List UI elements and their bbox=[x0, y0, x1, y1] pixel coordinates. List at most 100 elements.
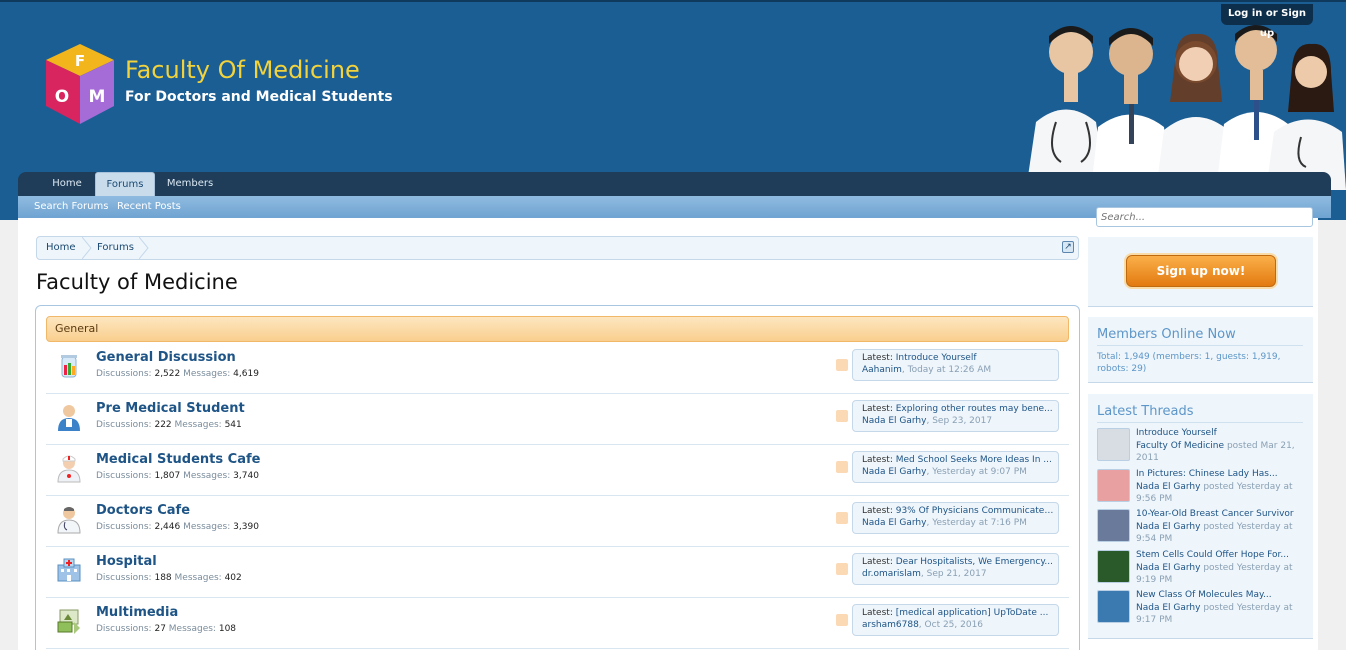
forum-row: General Discussion Discussions: 2,522 Mes… bbox=[46, 343, 1069, 394]
members-online-heading[interactable]: Members Online Now bbox=[1097, 327, 1236, 342]
latest-post-title[interactable]: Dear Hospitalists, We Emergency... bbox=[896, 557, 1053, 567]
tab-members[interactable]: Members bbox=[158, 172, 222, 196]
forum-title[interactable]: Multimedia bbox=[96, 605, 178, 620]
forum-stats: Discussions: 27 Messages: 108 bbox=[96, 624, 236, 634]
thread-title[interactable]: Introduce Yourself bbox=[1136, 428, 1306, 438]
main-navigation: Home Forums Members bbox=[18, 172, 1331, 196]
latest-post-date: Yesterday at 9:07 PM bbox=[932, 467, 1027, 477]
latest-post-title[interactable]: Introduce Yourself bbox=[896, 353, 977, 363]
logo-title: Faculty Of Medicine bbox=[125, 56, 360, 84]
latest-threads-block: Latest Threads Introduce Yourself Faculty… bbox=[1088, 394, 1313, 639]
thread-thumbnail[interactable] bbox=[1097, 590, 1130, 623]
latest-post-user[interactable]: Aahanim bbox=[862, 365, 902, 375]
thread-meta: Nada El Garhy posted Yesterday at 9:56 P… bbox=[1136, 481, 1296, 505]
logo-letter-o: O bbox=[55, 87, 69, 107]
rss-icon[interactable] bbox=[836, 614, 848, 626]
rss-icon[interactable] bbox=[836, 410, 848, 422]
thread-user[interactable]: Faculty Of Medicine bbox=[1136, 441, 1224, 451]
thread-title[interactable]: Stem Cells Could Offer Hope For... bbox=[1136, 550, 1306, 560]
latest-post-user[interactable]: Nada El Garhy bbox=[862, 416, 926, 426]
divider bbox=[1097, 345, 1303, 346]
thread-title[interactable]: 10-Year-Old Breast Cancer Survivor bbox=[1136, 509, 1306, 519]
latest-post-title[interactable]: [medical application] UpToDate ... bbox=[896, 608, 1049, 618]
latest-thread-item[interactable]: In Pictures: Chinese Lady Has... Nada El … bbox=[1097, 468, 1307, 507]
page-title: Faculty of Medicine bbox=[36, 270, 238, 294]
forum-title[interactable]: Doctors Cafe bbox=[96, 503, 190, 518]
thread-user[interactable]: Nada El Garhy bbox=[1136, 482, 1200, 492]
search-input[interactable] bbox=[1096, 207, 1313, 227]
rss-icon[interactable] bbox=[836, 461, 848, 473]
messages-count: 3,740 bbox=[233, 471, 259, 481]
discussions-count: 2,522 bbox=[154, 369, 181, 379]
discussions-label: Discussions: bbox=[96, 471, 152, 481]
forum-row: Pre Medical Student Discussions: 222 Mess… bbox=[46, 394, 1069, 445]
latest-post-title[interactable]: Med School Seeks More Ideas In ... bbox=[896, 455, 1052, 465]
breadcrumb-forums[interactable]: Forums bbox=[97, 237, 134, 259]
latest-post-box: Latest: 93% Of Physicians Communicate ..… bbox=[852, 502, 1059, 534]
breadcrumb-home[interactable]: Home bbox=[46, 237, 76, 259]
breadcrumb: Home Forums ↗ bbox=[36, 236, 1079, 260]
latest-post-box: Latest: Exploring other routes may bene.… bbox=[852, 400, 1059, 432]
latest-post-title[interactable]: 93% Of Physicians Communicate ... bbox=[896, 506, 1054, 516]
tab-forums[interactable]: Forums bbox=[95, 172, 155, 196]
forum-stats: Discussions: 2,522 Messages: 4,619 bbox=[96, 369, 259, 379]
forum-title[interactable]: Medical Students Cafe bbox=[96, 452, 260, 467]
messages-label: Messages: bbox=[183, 522, 231, 532]
recent-posts-link[interactable]: Recent Posts bbox=[117, 196, 181, 218]
discussions-label: Discussions: bbox=[96, 522, 152, 532]
forum-title[interactable]: Pre Medical Student bbox=[96, 401, 245, 416]
search-forums-link[interactable]: Search Forums bbox=[34, 196, 108, 218]
latest-post-user[interactable]: Nada El Garhy bbox=[862, 467, 926, 477]
thread-user[interactable]: Nada El Garhy bbox=[1136, 563, 1200, 573]
rss-icon[interactable] bbox=[836, 512, 848, 524]
tab-home[interactable]: Home bbox=[40, 172, 94, 196]
forum-row: Hospital Discussions: 188 Messages: 402 La… bbox=[46, 547, 1069, 598]
forum-title[interactable]: Hospital bbox=[96, 554, 157, 569]
signup-button[interactable]: Sign up now! bbox=[1126, 255, 1276, 287]
thread-title[interactable]: In Pictures: Chinese Lady Has... bbox=[1136, 469, 1306, 479]
forum-title[interactable]: General Discussion bbox=[96, 350, 236, 365]
rss-icon[interactable] bbox=[836, 563, 848, 575]
thread-meta: Nada El Garhy posted Yesterday at 9:54 P… bbox=[1136, 521, 1296, 545]
thread-user[interactable]: Nada El Garhy bbox=[1136, 603, 1200, 613]
site-logo[interactable]: F O M Faculty Of Medicine For Doctors an… bbox=[40, 42, 400, 132]
thread-meta: Nada El Garhy posted Yesterday at 9:19 P… bbox=[1136, 562, 1296, 586]
multimedia-icon bbox=[54, 606, 84, 636]
latest-post-date: Yesterday at 7:16 PM bbox=[932, 518, 1027, 528]
discussions-label: Discussions: bbox=[96, 624, 152, 634]
forum-stats: Discussions: 2,446 Messages: 3,390 bbox=[96, 522, 259, 532]
latest-thread-item[interactable]: New Class Of Molecules May... Nada El Gar… bbox=[1097, 590, 1307, 628]
latest-thread-item[interactable]: Introduce Yourself Faculty Of Medicine po… bbox=[1097, 428, 1307, 466]
latest-post-user[interactable]: arsham6788 bbox=[862, 620, 919, 630]
latest-post-user[interactable]: Nada El Garhy bbox=[862, 518, 926, 528]
hospital-icon bbox=[54, 555, 84, 585]
jump-to-page-icon[interactable]: ↗ bbox=[1062, 241, 1074, 253]
latest-post-date: Sep 21, 2017 bbox=[926, 569, 987, 579]
latest-thread-item[interactable]: Stem Cells Could Offer Hope For... Nada E… bbox=[1097, 549, 1307, 588]
category-header-general[interactable]: General bbox=[46, 316, 1069, 342]
members-online-stats: Total: 1,949 (members: 1, guests: 1,919,… bbox=[1097, 352, 1281, 374]
messages-label: Messages: bbox=[183, 369, 231, 379]
thread-thumbnail[interactable] bbox=[1097, 428, 1130, 461]
breadcrumb-separator bbox=[139, 237, 149, 259]
thread-thumbnail[interactable] bbox=[1097, 549, 1130, 583]
messages-label: Messages: bbox=[174, 573, 222, 583]
student-icon bbox=[54, 402, 84, 432]
latest-thread-item[interactable]: 10-Year-Old Breast Cancer Survivor Nada E… bbox=[1097, 509, 1307, 547]
thread-thumbnail[interactable] bbox=[1097, 468, 1130, 502]
forum-row: Multimedia Discussions: 27 Messages: 108 L… bbox=[46, 598, 1069, 649]
latest-post-title[interactable]: Exploring other routes may bene... bbox=[896, 404, 1053, 414]
thread-user[interactable]: Nada El Garhy bbox=[1136, 522, 1200, 532]
forum-node-list: General General Discussion Discussions: 2… bbox=[35, 305, 1080, 650]
thread-title[interactable]: New Class Of Molecules May... bbox=[1136, 590, 1306, 600]
forum-row: Doctors Cafe Discussions: 2,446 Messages:… bbox=[46, 496, 1069, 547]
discussions-count: 1,807 bbox=[154, 471, 181, 481]
latest-label: Latest: bbox=[862, 608, 893, 618]
messages-label: Messages: bbox=[168, 624, 216, 634]
rss-icon[interactable] bbox=[836, 359, 848, 371]
latest-post-user[interactable]: dr.omarislam bbox=[862, 569, 921, 579]
login-signup-link[interactable]: Log in or Sign up bbox=[1221, 4, 1313, 39]
forum-row: Medical Students Cafe Discussions: 1,807 … bbox=[46, 445, 1069, 496]
thread-meta: Nada El Garhy posted Yesterday at 9:17 P… bbox=[1136, 602, 1296, 626]
thread-thumbnail[interactable] bbox=[1097, 509, 1130, 542]
